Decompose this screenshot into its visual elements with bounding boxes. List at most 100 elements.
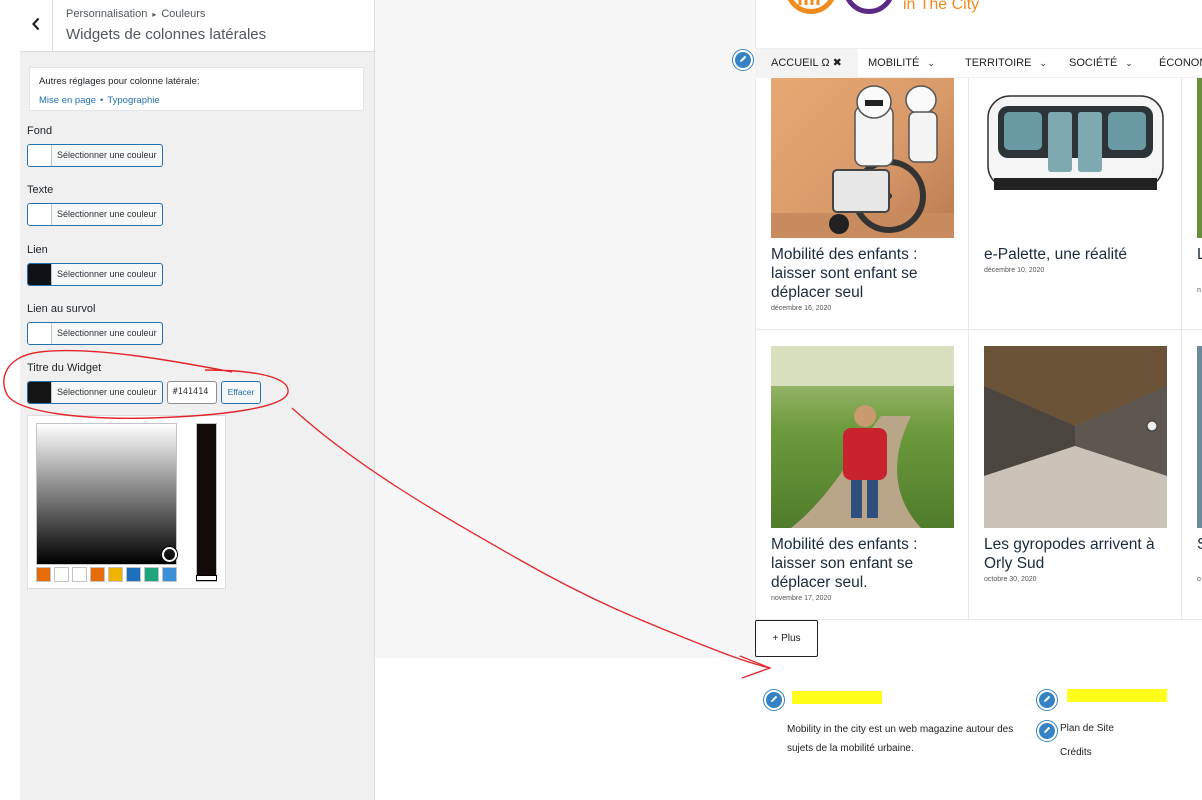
select-color-label: Sélectionner une couleur: [57, 328, 157, 338]
panel-header: Personnalisation ▸ Couleurs Widgets de col…: [20, 0, 374, 52]
palette-swatch[interactable]: [90, 567, 105, 582]
select-color-label: Sélectionner une couleur: [57, 150, 157, 160]
color-swatch: [28, 204, 52, 225]
palette-swatch[interactable]: [126, 567, 141, 582]
edit-menu-button[interactable]: [1037, 721, 1057, 741]
post-date: n: [1197, 287, 1201, 294]
footer-link-sitemap[interactable]: Plan de Site: [1060, 723, 1114, 734]
chevron-down-icon: ⌄: [1039, 58, 1047, 68]
setting-label: Lien au survol: [27, 303, 96, 315]
back-button[interactable]: [20, 0, 53, 52]
post-card: Mobilité des enfants : laisser sont enfa…: [756, 78, 969, 330]
nav-item-territoire[interactable]: TERRITOIRE ⌄: [949, 49, 1063, 79]
nav-item-economie[interactable]: ÉCONOM: [1143, 49, 1202, 79]
site-preview: in The City ACCUEIL Ω ✖ MOBILITÉ ⌄ TERRIT…: [375, 0, 1202, 800]
footer-about-text: Mobility in the city est un web magazine…: [787, 724, 1014, 754]
breadcrumb: Personnalisation ▸ Couleurs: [66, 8, 205, 20]
select-color-button[interactable]: Sélectionner une couleur: [27, 322, 163, 345]
setting-label: Fond: [27, 125, 53, 137]
notice-label: Autres réglages pour colonne latérale:: [39, 76, 200, 87]
select-color-label: Sélectionner une couleur: [57, 387, 157, 397]
nav-label: SOCIÉTÉ: [1069, 57, 1118, 69]
edit-widget-button[interactable]: [1037, 690, 1057, 710]
post-thumbnail[interactable]: [984, 346, 1167, 528]
setting-widget-title: Titre du Widget Sélectionner une couleur…: [27, 362, 262, 404]
preview-background: [375, 0, 755, 658]
post-thumbnail[interactable]: [771, 78, 954, 238]
post-card: L e n: [1182, 78, 1202, 330]
hue-slider[interactable]: [196, 423, 217, 582]
setting-link-hover: Lien au survol Sélectionner une couleur: [27, 303, 163, 345]
more-posts-button[interactable]: + Plus: [755, 620, 818, 657]
setting-label: Texte: [27, 184, 54, 196]
post-date: novembre 17, 2020: [771, 595, 832, 602]
nav-item-accueil[interactable]: ACCUEIL Ω ✖: [755, 49, 858, 79]
pencil-icon: [1042, 691, 1052, 709]
select-color-button[interactable]: Sélectionner une couleur: [27, 203, 163, 226]
setting-background: Fond Sélectionner une couleur: [27, 125, 163, 167]
nav-item-societe[interactable]: SOCIÉTÉ ⌄: [1053, 49, 1149, 79]
post-thumbnail[interactable]: [1197, 78, 1202, 238]
palette-swatch[interactable]: [36, 567, 51, 582]
post-title[interactable]: S l: [1197, 535, 1202, 554]
color-swatch: [28, 145, 52, 166]
saturation-area[interactable]: [36, 423, 177, 565]
edit-menu-button[interactable]: [733, 50, 753, 70]
widget-title-highlight: [792, 691, 882, 704]
select-color-label: Sélectionner une couleur: [57, 209, 157, 219]
typography-link[interactable]: Typographie: [107, 95, 159, 106]
saturation-handle[interactable]: [162, 547, 177, 562]
chevron-down-icon: ⌄: [1125, 58, 1133, 68]
color-swatch: [28, 382, 52, 403]
palette-swatch[interactable]: [144, 567, 159, 582]
post-card: e-Palette, une réalité décembre 10, 2020: [969, 78, 1182, 330]
clear-button[interactable]: Effacer: [220, 381, 262, 404]
chevron-left-icon: [31, 17, 41, 36]
nav-label: TERRITOIRE: [965, 57, 1032, 69]
post-title[interactable]: e-Palette, une réalité: [984, 245, 1174, 264]
post-thumbnail[interactable]: [1197, 346, 1202, 528]
nav-label: ÉCONOM: [1159, 57, 1202, 69]
layout-link[interactable]: Mise en page: [39, 95, 96, 106]
hex-color-input[interactable]: #141414: [166, 381, 217, 404]
post-title[interactable]: Mobilité des enfants : laisser sont enfa…: [771, 245, 961, 302]
post-card: Les gyropodes arrivent à Orly Sud octobr…: [969, 330, 1182, 620]
palette-swatch[interactable]: [54, 567, 69, 582]
setting-label: Lien: [27, 244, 48, 256]
customizer-panel: Personnalisation ▸ Couleurs Widgets de col…: [20, 0, 375, 800]
post-card: S l o: [1182, 330, 1202, 620]
main-navigation: ACCUEIL Ω ✖ MOBILITÉ ⌄ TERRITOIRE ⌄ SOCIÉT…: [755, 48, 1202, 79]
site-logo-text: in The City: [903, 0, 980, 13]
nav-label: MOBILITÉ: [868, 57, 920, 69]
post-date: décembre 10, 2020: [984, 267, 1045, 274]
color-palette: [36, 567, 177, 582]
notice-separator: •: [100, 95, 104, 106]
color-picker: [27, 415, 226, 589]
sidebar-settings-notice: Autres réglages pour colonne latérale: M…: [29, 67, 364, 111]
select-color-button[interactable]: Sélectionner une couleur: [27, 381, 163, 404]
select-color-button[interactable]: Sélectionner une couleur: [27, 263, 163, 286]
post-thumbnail[interactable]: [771, 346, 954, 528]
post-date: décembre 16, 2020: [771, 305, 832, 312]
palette-swatch[interactable]: [108, 567, 123, 582]
footer-link-credits[interactable]: Crédits: [1060, 747, 1092, 758]
select-color-button[interactable]: Sélectionner une couleur: [27, 144, 163, 167]
edit-widget-button[interactable]: [764, 690, 784, 710]
color-swatch: [28, 323, 52, 344]
nav-item-mobilite[interactable]: MOBILITÉ ⌄: [852, 49, 951, 79]
post-title[interactable]: Les gyropodes arrivent à Orly Sud: [984, 535, 1174, 573]
hue-handle[interactable]: [196, 575, 217, 581]
post-title[interactable]: L e: [1197, 245, 1202, 264]
setting-link: Lien Sélectionner une couleur: [27, 244, 163, 286]
breadcrumb-separator: ▸: [152, 10, 157, 19]
post-title[interactable]: Mobilité des enfants : laisser son enfan…: [771, 535, 961, 592]
panel-title: Widgets de colonnes latérales: [66, 26, 267, 43]
breadcrumb-item: Couleurs: [161, 8, 206, 20]
palette-swatch[interactable]: [162, 567, 177, 582]
palette-swatch[interactable]: [72, 567, 87, 582]
post-thumbnail[interactable]: [984, 78, 1167, 208]
post-card: Mobilité des enfants : laisser son enfan…: [756, 330, 969, 620]
nav-label: ACCUEIL Ω ✖: [771, 57, 842, 69]
chevron-down-icon: ⌄: [927, 58, 935, 68]
post-date: o: [1197, 576, 1201, 583]
